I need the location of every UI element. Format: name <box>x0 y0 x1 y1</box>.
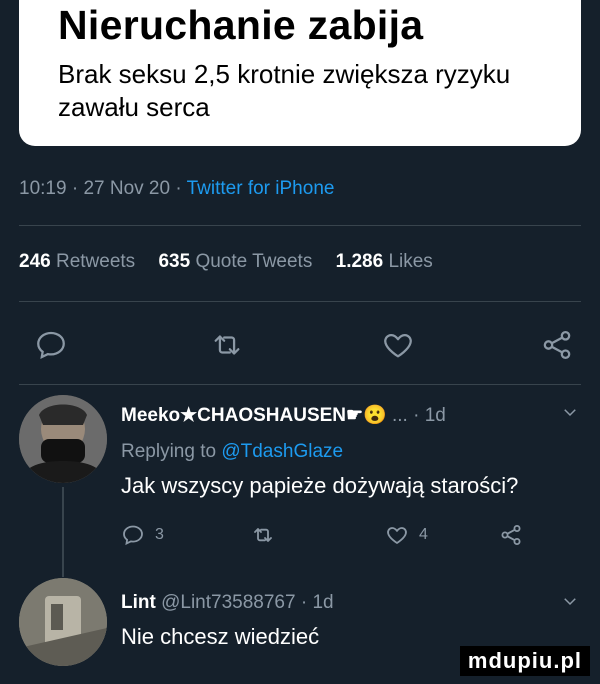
user-name[interactable]: Lint <box>121 592 156 613</box>
reply-header: Lint @Lint73588767 · 1d <box>121 592 334 614</box>
heart-icon <box>387 527 407 544</box>
reply-actions: 3 4 <box>121 523 581 551</box>
retweet-button[interactable] <box>251 523 275 552</box>
divider <box>19 225 581 226</box>
thread-line <box>62 487 64 577</box>
more-button[interactable] <box>561 592 579 615</box>
like-button[interactable]: 4 <box>385 523 428 547</box>
like-button[interactable] <box>381 328 415 362</box>
quotes-count: 635 <box>158 251 191 272</box>
share-button[interactable] <box>499 523 523 552</box>
headline-card: Nieruchanie zabija Brak seksu 2,5 krotni… <box>19 0 581 146</box>
meta-separator: · <box>175 178 182 199</box>
replying-to-link[interactable]: @TdashGlaze <box>221 441 343 462</box>
avatar-image <box>19 395 107 483</box>
comment-icon <box>37 331 65 360</box>
tweet-date: 27 Nov 20 <box>83 178 171 199</box>
user-handle[interactable]: ... <box>392 405 408 426</box>
like-count: 4 <box>419 526 428 543</box>
divider <box>19 384 581 385</box>
avatar[interactable] <box>19 578 107 666</box>
replying-prefix: Replying to <box>121 441 217 462</box>
avatar-image <box>19 578 107 666</box>
retweets-count: 246 <box>19 251 51 272</box>
user-handle[interactable]: @Lint73588767 <box>161 592 295 613</box>
reply-text: Nie chcesz wiedzieć <box>121 624 320 649</box>
meta-separator: · <box>71 178 79 199</box>
quotes-stat[interactable]: 635 Quote Tweets <box>158 251 312 272</box>
reply-button[interactable] <box>34 328 68 362</box>
chevron-down-icon <box>564 598 576 606</box>
tweet-source-link[interactable]: Twitter for iPhone <box>187 178 335 199</box>
retweets-label: Retweets <box>55 251 136 272</box>
reply-tweet[interactable]: Meeko★CHAOSHAUSEN☛😮 ... · 1d Replying to… <box>19 395 581 577</box>
chevron-down-icon <box>564 409 576 417</box>
tweet-stats: 246 Retweets 635 Quote Tweets 1.286 Like… <box>19 251 433 273</box>
tweet-actions <box>0 328 600 368</box>
likes-count: 1.286 <box>335 251 384 272</box>
more-button[interactable] <box>561 403 579 426</box>
reply-button[interactable]: 3 <box>121 523 164 547</box>
comment-icon <box>123 525 143 546</box>
retweet-button[interactable] <box>210 328 244 362</box>
user-name[interactable]: Meeko★CHAOSHAUSEN☛😮 <box>121 405 387 426</box>
likes-label: Likes <box>388 251 433 272</box>
reply-header: Meeko★CHAOSHAUSEN☛😮 ... · 1d <box>121 403 446 427</box>
avatar[interactable] <box>19 395 107 483</box>
headline-subtitle: Brak seksu 2,5 krotnie zwiększa ryzyku z… <box>58 59 511 122</box>
share-icon <box>501 525 521 545</box>
share-icon <box>543 330 571 360</box>
tweet-meta: 10:19 · 27 Nov 20 · Twitter for iPhone <box>19 178 334 200</box>
tweet-time: 10:19 <box>19 178 67 199</box>
reply-time[interactable]: · 1d <box>413 405 446 426</box>
quotes-label: Quote Tweets <box>195 251 313 272</box>
retweets-stat[interactable]: 246 Retweets <box>19 251 135 272</box>
retweet-icon <box>254 528 272 542</box>
share-button[interactable] <box>540 328 574 362</box>
reply-text: Jak wszyscy papieże dożywają starości? <box>121 473 519 498</box>
replying-to: Replying to @TdashGlaze <box>121 441 343 463</box>
reply-time[interactable]: · 1d <box>301 592 334 613</box>
reply-count: 3 <box>155 526 164 543</box>
headline-title: Nieruchanie zabija <box>58 2 424 48</box>
divider <box>19 301 581 302</box>
likes-stat[interactable]: 1.286 Likes <box>336 251 433 272</box>
watermark: mdupiu.pl <box>459 646 590 676</box>
retweet-icon <box>214 335 240 355</box>
heart-icon <box>384 333 412 358</box>
